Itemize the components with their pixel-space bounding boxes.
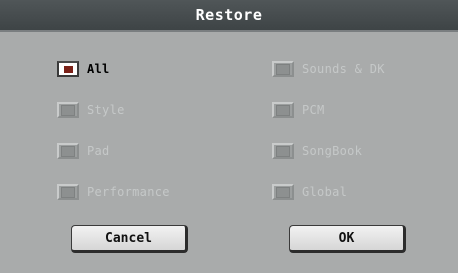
option-sounds-dk-label: Sounds & DK [302, 62, 385, 76]
checkbox-style[interactable] [57, 102, 79, 118]
option-style[interactable]: Style [57, 98, 125, 122]
checkbox-empty-icon [61, 186, 75, 198]
checkbox-empty-icon [276, 186, 290, 198]
option-global-label: Global [302, 185, 348, 199]
ok-button[interactable]: OK [289, 225, 406, 253]
option-pcm[interactable]: PCM [272, 98, 325, 122]
cancel-button[interactable]: Cancel [71, 225, 188, 253]
option-pcm-label: PCM [302, 103, 325, 117]
option-sounds-dk[interactable]: Sounds & DK [272, 57, 385, 81]
checkbox-empty-icon [276, 63, 290, 75]
dialog-title: Restore [0, 0, 458, 30]
checkbox-empty-icon [61, 145, 75, 157]
checkbox-sounds-dk[interactable] [272, 61, 294, 77]
option-performance-label: Performance [87, 185, 170, 199]
title-divider [0, 30, 458, 32]
checkbox-all[interactable] [57, 61, 79, 77]
checkbox-songbook[interactable] [272, 143, 294, 159]
checkbox-global[interactable] [272, 184, 294, 200]
option-performance[interactable]: Performance [57, 180, 170, 204]
option-pad-label: Pad [87, 144, 110, 158]
option-songbook[interactable]: SongBook [272, 139, 362, 163]
option-global[interactable]: Global [272, 180, 347, 204]
option-all[interactable]: All [57, 57, 110, 81]
option-style-label: Style [87, 103, 125, 117]
option-songbook-label: SongBook [302, 144, 363, 158]
check-mark-icon [63, 65, 73, 73]
checkbox-empty-icon [276, 104, 290, 116]
restore-dialog: Restore All Style Pad Performance Sounds… [0, 0, 461, 273]
checkbox-pad[interactable] [57, 143, 79, 159]
option-pad[interactable]: Pad [57, 139, 110, 163]
checkbox-empty-icon [61, 104, 75, 116]
option-all-label: All [87, 62, 110, 76]
checkbox-pcm[interactable] [272, 102, 294, 118]
checkbox-performance[interactable] [57, 184, 79, 200]
checkbox-empty-icon [276, 145, 290, 157]
